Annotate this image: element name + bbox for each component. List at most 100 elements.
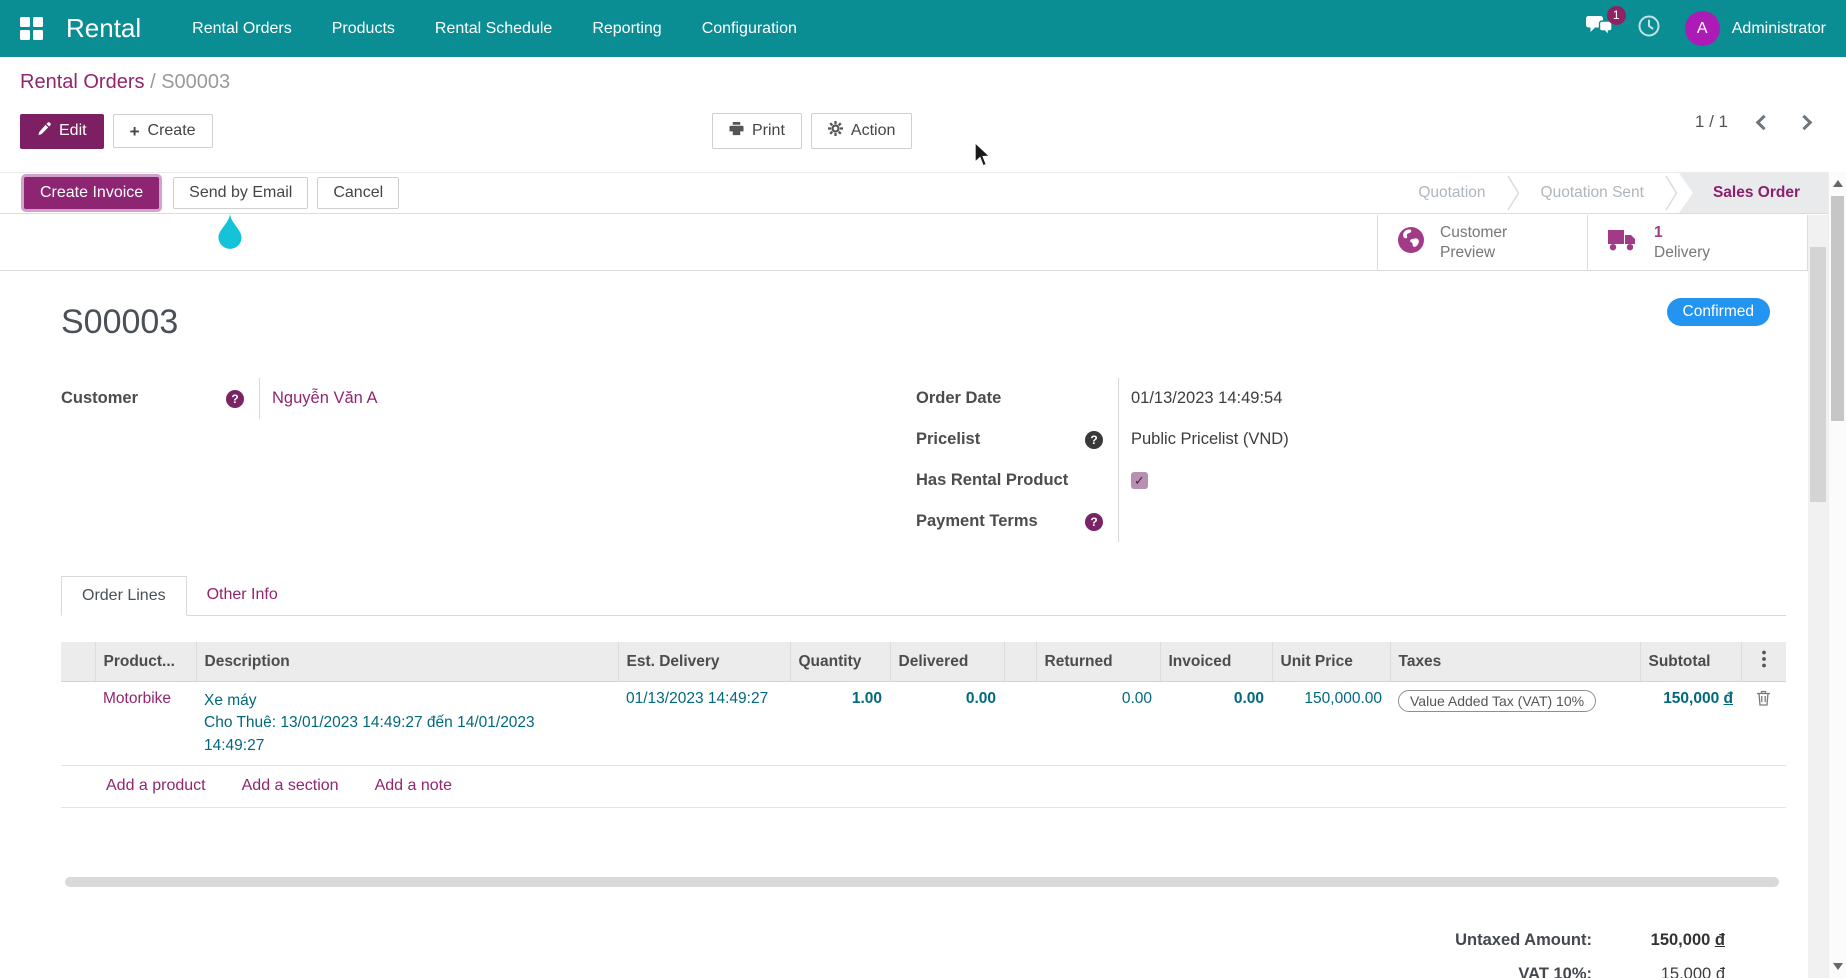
field-pricelist: Pricelist ? Public Pricelist (VND) <box>916 419 1786 460</box>
create-invoice-button[interactable]: Create Invoice <box>24 177 160 209</box>
cell-returned[interactable]: 0.00 <box>1036 681 1160 767</box>
col-delivered[interactable]: Delivered <box>889 642 1004 682</box>
field-customer: Customer ? Nguyễn Văn A <box>61 378 916 419</box>
kebab-dots-icon[interactable] <box>1761 650 1767 671</box>
onboarding-droplet-icon <box>216 213 244 255</box>
col-invoiced[interactable]: Invoiced <box>1159 642 1272 682</box>
menu-reporting[interactable]: Reporting <box>577 11 676 47</box>
action-button-label: Action <box>850 122 896 139</box>
help-icon[interactable]: ? <box>1085 430 1103 449</box>
app-brand[interactable]: Rental <box>66 13 141 44</box>
plus-icon: + <box>129 121 140 141</box>
cell-taxes[interactable]: Value Added Tax (VAT) 10% <box>1390 681 1640 767</box>
has-rental-checkbox[interactable]: ✓ <box>1131 472 1148 489</box>
col-quantity[interactable]: Quantity <box>789 642 890 682</box>
col-returned[interactable]: Returned <box>1035 642 1160 682</box>
customer-label: Customer <box>61 389 139 407</box>
vat-value: 15,000 đ <box>1660 965 1725 978</box>
print-button[interactable]: Print <box>712 113 802 149</box>
messages-button[interactable]: 1 <box>1585 5 1626 43</box>
main-menu: Rental Orders Products Rental Schedule R… <box>177 11 812 47</box>
payment-terms-label: Payment Terms <box>916 512 1038 530</box>
create-button-label: Create <box>147 122 196 139</box>
cell-actions <box>1741 681 1786 767</box>
menu-configuration[interactable]: Configuration <box>687 11 812 47</box>
printer-icon <box>729 121 744 141</box>
order-date-value: 01/13/2023 14:49:54 <box>1131 389 1283 407</box>
control-panel: Rental Orders / S00003 Edit + Create Pri… <box>0 57 1846 172</box>
cell-spacer <box>1004 681 1036 767</box>
col-unit-price[interactable]: Unit Price <box>1271 642 1390 682</box>
cell-est-delivery[interactable]: 01/13/2023 14:49:27 <box>618 681 790 767</box>
apps-menu-icon[interactable] <box>20 16 44 41</box>
notebook-tabs: Order Lines Other Info <box>61 576 1786 616</box>
col-subtotal[interactable]: Subtotal <box>1639 642 1741 682</box>
help-icon[interactable]: ? <box>226 389 244 408</box>
delivery-button[interactable]: 1 Delivery <box>1587 215 1808 271</box>
untaxed-amount-label: Untaxed Amount: <box>1455 931 1592 950</box>
gear-icon <box>827 121 843 141</box>
col-description[interactable]: Description <box>195 642 618 682</box>
status-step-quotation[interactable]: Quotation <box>1398 173 1505 213</box>
form-sheet: Customer Preview 1 Delivery Confirmed S0… <box>0 215 1808 978</box>
scroll-down-icon[interactable] <box>1833 963 1843 970</box>
vertical-scrollbar[interactable] <box>1828 172 1846 978</box>
breadcrumb-parent[interactable]: Rental Orders <box>20 71 145 93</box>
col-taxes[interactable]: Taxes <box>1389 642 1640 682</box>
form-scrollbar-thumb[interactable] <box>1810 247 1826 502</box>
menu-products[interactable]: Products <box>317 11 410 47</box>
form-scrollbar-track[interactable] <box>1808 215 1828 978</box>
col-spacer <box>1003 642 1036 682</box>
cell-unit-price[interactable]: 150,000.00 <box>1272 681 1390 767</box>
add-a-section-link[interactable]: Add a section <box>242 777 339 795</box>
horizontal-scrollbar[interactable] <box>65 877 1779 888</box>
truck-icon <box>1606 227 1640 258</box>
table-header-row: Product... Description Est. Delivery Qua… <box>61 642 1786 682</box>
menu-rental-orders[interactable]: Rental Orders <box>177 11 307 47</box>
menu-rental-schedule[interactable]: Rental Schedule <box>420 11 567 47</box>
customer-value[interactable]: Nguyễn Văn A <box>260 389 378 408</box>
row-handle[interactable] <box>61 681 95 767</box>
trash-icon[interactable] <box>1756 690 1771 709</box>
pager-next-icon[interactable] <box>1796 114 1813 130</box>
cell-quantity[interactable]: 1.00 <box>790 681 890 767</box>
edit-button[interactable]: Edit <box>20 113 104 149</box>
cancel-button[interactable]: Cancel <box>317 177 400 209</box>
col-est-delivery[interactable]: Est. Delivery <box>617 642 790 682</box>
scroll-up-icon[interactable] <box>1833 180 1843 187</box>
activities-button[interactable] <box>1637 14 1661 43</box>
cell-invoiced[interactable]: 0.00 <box>1160 681 1272 767</box>
cell-delivered[interactable]: 0.00 <box>890 681 1004 767</box>
status-step-sales-order[interactable]: Sales Order <box>1678 173 1828 213</box>
delivery-label: Delivery <box>1654 243 1710 261</box>
cell-description[interactable]: Xe máy Cho Thuê: 13/01/2023 14:49:27 đến… <box>196 681 618 767</box>
delivery-count: 1 <box>1654 224 1663 242</box>
customer-preview-label: Customer Preview <box>1440 224 1508 261</box>
column-options-header <box>1740 642 1786 682</box>
tab-other-info[interactable]: Other Info <box>187 576 298 615</box>
add-a-note-link[interactable]: Add a note <box>375 777 452 795</box>
add-a-product-link[interactable]: Add a product <box>106 777 206 795</box>
pager-previous-icon[interactable] <box>1755 114 1772 130</box>
col-product[interactable]: Product... <box>94 642 196 682</box>
tax-tag[interactable]: Value Added Tax (VAT) 10% <box>1398 690 1597 712</box>
edit-button-label: Edit <box>59 122 87 139</box>
table-row[interactable]: Motorbike Xe máy Cho Thuê: 13/01/2023 14… <box>61 681 1786 767</box>
messages-count-badge: 1 <box>1606 5 1626 25</box>
user-name: Administrator <box>1731 19 1826 37</box>
order-totals: Untaxed Amount: 150,000 đ VAT 10%: 15,00… <box>61 925 1786 978</box>
vertical-scrollbar-thumb[interactable] <box>1831 196 1844 421</box>
status-step-quotation-sent[interactable]: Quotation Sent <box>1521 173 1664 213</box>
create-button[interactable]: + Create <box>112 114 213 148</box>
user-menu[interactable]: A Administrator <box>1684 11 1826 46</box>
breadcrumb: Rental Orders / S00003 <box>20 71 1826 94</box>
status-separator-icon <box>1506 173 1521 213</box>
send-by-email-button[interactable]: Send by Email <box>173 177 309 209</box>
tab-order-lines[interactable]: Order Lines <box>61 576 187 616</box>
action-button[interactable]: Action <box>810 113 913 149</box>
help-icon[interactable]: ? <box>1085 512 1103 531</box>
list-add-row: Add a product Add a section Add a note <box>61 766 1786 809</box>
chat-bubbles-icon <box>1585 15 1613 42</box>
customer-preview-button[interactable]: Customer Preview <box>1377 215 1588 271</box>
cell-product[interactable]: Motorbike <box>95 681 196 767</box>
